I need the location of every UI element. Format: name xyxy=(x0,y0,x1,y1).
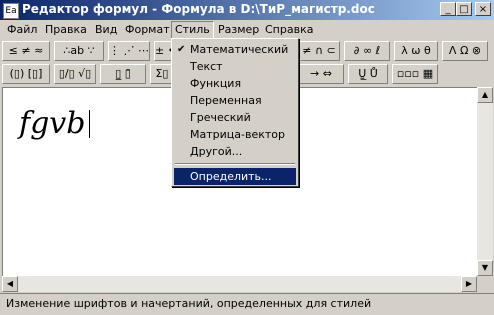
app-icon[interactable]: Ea xyxy=(3,3,19,19)
style-function[interactable]: Функция xyxy=(174,75,296,92)
scroll-right-button[interactable]: ▶ xyxy=(461,276,477,292)
text-caret xyxy=(89,110,90,138)
formula-editor-window: Ea Редактор формул - Формула в D:\ТиР_ма… xyxy=(0,0,494,314)
misc-symbols-palette[interactable]: ∂ ∞ ℓ xyxy=(344,41,390,61)
style-variable[interactable]: Переменная xyxy=(174,92,296,109)
greek-lowercase-palette[interactable]: λ ω θ xyxy=(394,41,438,61)
set-theory-palette[interactable]: ≠ ∩ ⊂ xyxy=(298,41,340,61)
vertical-scrollbar[interactable]: ▲ ▼ xyxy=(477,87,493,276)
maximize-button[interactable]: □ xyxy=(456,2,472,16)
window-title: Редактор формул - Формула в D:\ТиР_магис… xyxy=(22,2,375,16)
underbar-overbar-templates[interactable]: Ṵ̲ Ů xyxy=(348,64,388,84)
menu-file[interactable]: Файл xyxy=(4,22,40,38)
style-define[interactable]: Определить... xyxy=(174,168,296,185)
arrow-templates[interactable]: → ⇔ xyxy=(298,64,344,84)
fence-templates[interactable]: (▯) [▯] xyxy=(2,64,50,84)
style-greek[interactable]: Греческий xyxy=(174,109,296,126)
embellishments-palette[interactable]: ⋮ ⋰ ⋯ xyxy=(108,41,150,61)
check-icon: ✔ xyxy=(177,44,186,55)
style-math-label: Математический xyxy=(190,43,289,56)
scroll-left-button[interactable]: ◀ xyxy=(2,276,18,292)
menu-style[interactable]: Стиль xyxy=(171,21,214,39)
scroll-down-button[interactable]: ▼ xyxy=(477,260,493,276)
style-text[interactable]: Текст xyxy=(174,58,296,75)
menu-edit[interactable]: Правка xyxy=(42,22,90,38)
menu-view[interactable]: Вид xyxy=(92,22,120,38)
status-text: Изменение шрифтов и начертаний, определе… xyxy=(6,297,372,310)
relations-palette[interactable]: ≤ ≠ ≈ xyxy=(2,41,50,61)
menu-help[interactable]: Справка xyxy=(262,22,316,38)
close-button[interactable]: × xyxy=(475,2,491,16)
menu-size[interactable]: Размер xyxy=(215,22,262,38)
menubar: Файл Правка Вид Формат Стиль Размер Спра… xyxy=(0,20,494,39)
minimize-button[interactable]: _ xyxy=(440,2,456,16)
spaces-palette[interactable]: ∴ab ∵ xyxy=(54,41,104,61)
menu-separator xyxy=(175,163,295,165)
style-other[interactable]: Другой... xyxy=(174,143,296,160)
script-templates[interactable]: ▯̲ ▯̄ xyxy=(100,64,146,84)
fraction-radical-templates[interactable]: ▯/▯ √▯ xyxy=(54,64,96,84)
greek-uppercase-palette[interactable]: Λ Ω ⊗ xyxy=(442,41,488,61)
scroll-up-button[interactable]: ▲ xyxy=(477,87,493,103)
status-bar: Изменение шрифтов и начертаний, определе… xyxy=(0,293,494,315)
menu-format[interactable]: Формат xyxy=(122,22,173,38)
horizontal-scrollbar[interactable]: ◀ ▶ xyxy=(2,276,477,292)
style-math[interactable]: ✔ Математический xyxy=(174,41,296,58)
title-bar: Ea Редактор формул - Формула в D:\ТиР_ма… xyxy=(0,0,494,20)
formula-text[interactable]: fgvb xyxy=(19,106,85,141)
matrix-templates[interactable]: ▫▫▫ ▦ xyxy=(392,64,438,84)
scrollbar-corner xyxy=(477,276,493,292)
style-matrix-vector[interactable]: Матрица-вектор xyxy=(174,126,296,143)
style-menu-dropdown: ✔ Математический Текст Функция Переменна… xyxy=(171,38,299,187)
